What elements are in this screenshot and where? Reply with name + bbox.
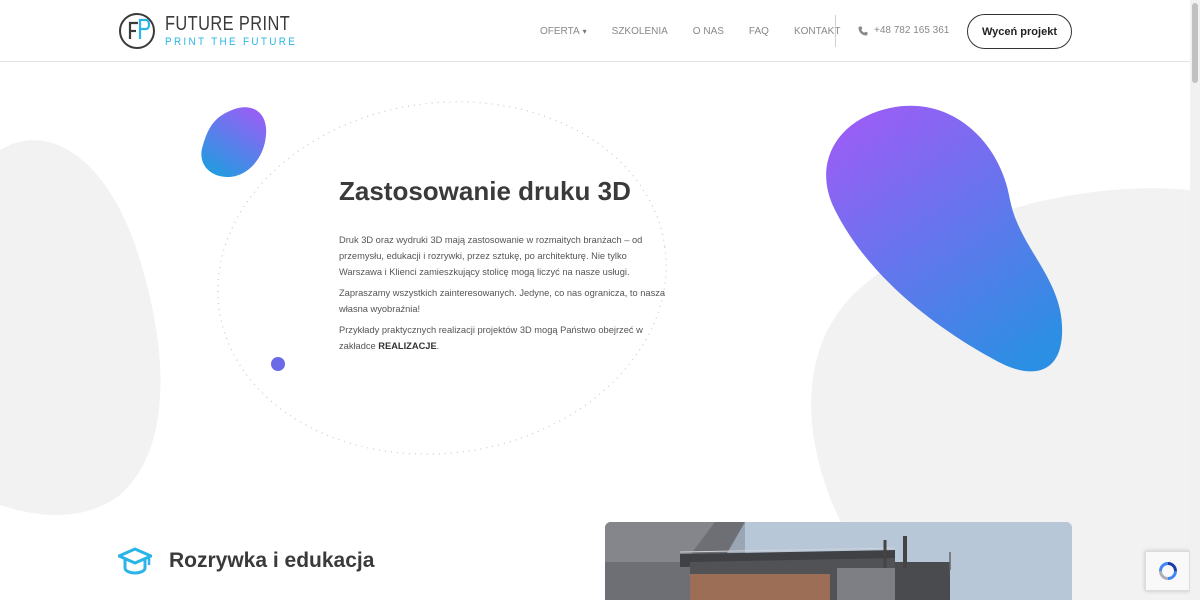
chevron-down-icon: ▾ xyxy=(582,26,587,36)
recaptcha-badge[interactable] xyxy=(1145,551,1190,591)
nav-item-label: FAQ xyxy=(748,25,769,37)
phone-link[interactable]: +48 782 165 361 xyxy=(858,25,949,36)
phone-icon xyxy=(858,26,868,35)
logo-subtitle: PRINT THE FUTURE xyxy=(165,36,298,48)
orbit-dot xyxy=(271,357,285,371)
nav-item-oferta[interactable]: OFERTA ▾ xyxy=(540,26,587,37)
left-gray-blob xyxy=(0,140,161,515)
hero-paragraph: Przykłady praktycznych realizacji projek… xyxy=(339,322,669,354)
nav-item-kontakt[interactable]: KONTAKT xyxy=(794,26,840,37)
nav-item-szkolenia[interactable]: SZKOLENIA xyxy=(612,26,668,37)
section-photo xyxy=(605,522,1072,600)
graduation-cap-icon xyxy=(118,546,152,576)
recaptcha-icon xyxy=(1158,562,1177,580)
main-nav: OFERTA ▾ SZKOLENIA O NAS FAQ KONTAKT xyxy=(540,0,865,62)
page-scrollbar[interactable] xyxy=(1190,0,1200,600)
scrollbar-thumb[interactable] xyxy=(1192,3,1198,83)
small-gradient-blob xyxy=(201,107,267,177)
hero-paragraph-end: . xyxy=(436,341,440,351)
site-header: FUTURE PRINT PRINT THE FUTURE OFERTA ▾ S… xyxy=(0,0,1190,62)
phone-number: +48 782 165 361 xyxy=(874,25,950,36)
logo-title: FUTURE PRINT xyxy=(165,13,291,35)
nav-item-label: O NAS xyxy=(692,25,724,37)
section-heading: Rozrywka i edukacja xyxy=(118,546,374,576)
nav-item-label: SZKOLENIA xyxy=(611,25,668,37)
nav-divider xyxy=(835,15,836,47)
section-title: Rozrywka i edukacja xyxy=(169,549,375,572)
hero-description: Druk 3D oraz wydruki 3D mają zastosowani… xyxy=(339,232,669,359)
page-title: Zastosowanie druku 3D xyxy=(339,176,631,206)
logo-mark-icon xyxy=(119,13,155,49)
realizacje-link[interactable]: REALIZACJE xyxy=(378,341,436,351)
quote-button[interactable]: Wyceń projekt xyxy=(967,14,1072,49)
logo[interactable]: FUTURE PRINT PRINT THE FUTURE xyxy=(118,12,318,50)
hero-paragraph: Druk 3D oraz wydruki 3D mają zastosowani… xyxy=(339,235,643,277)
large-gradient-blob xyxy=(826,105,1063,372)
nav-item-label: KONTAKT xyxy=(793,25,841,37)
hero-paragraph: Zapraszamy wszystkich zainteresowanych. … xyxy=(339,288,666,314)
nav-item-label: OFERTA xyxy=(540,25,580,37)
nav-item-o-nas[interactable]: O NAS xyxy=(693,26,724,37)
nav-item-faq[interactable]: FAQ xyxy=(749,26,769,37)
